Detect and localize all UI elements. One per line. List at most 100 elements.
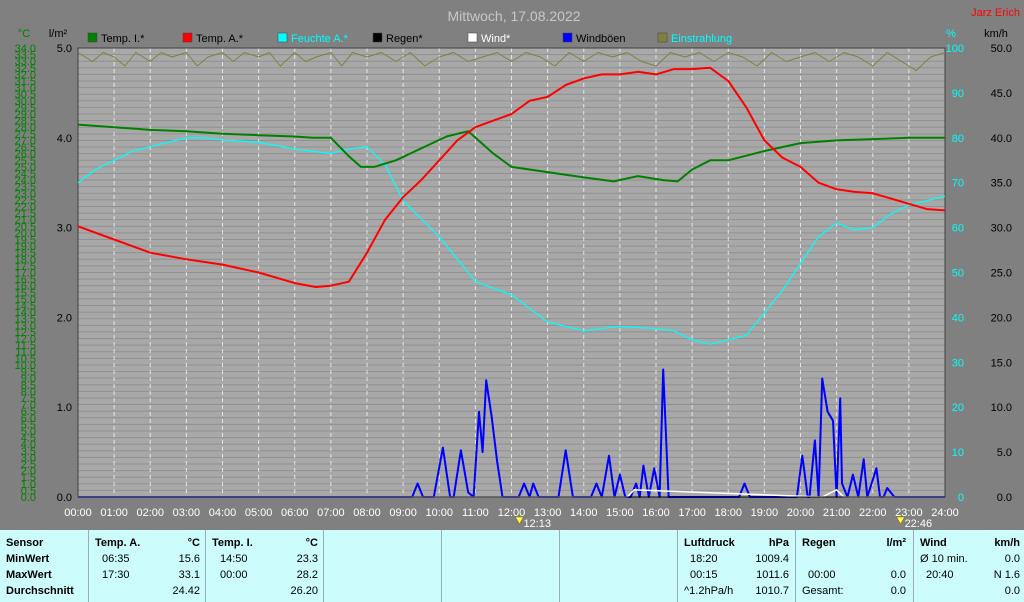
- legend-label: Regen*: [386, 33, 423, 45]
- time-tick-label: 17:00: [678, 507, 706, 519]
- legend-swatch: [87, 32, 98, 43]
- rain-tick-label: 5.0: [57, 43, 72, 55]
- wind-tick-label: 30.0: [991, 223, 1012, 235]
- author-label: Jarz Erich: [971, 7, 1020, 19]
- divider: [913, 530, 914, 602]
- wind-tick-label: 40.0: [991, 133, 1012, 145]
- legend-swatch: [467, 32, 478, 43]
- humidity-tick-label: 50: [952, 268, 964, 280]
- time-tick-label: 21:00: [823, 507, 851, 519]
- time-tick-label: 18:00: [714, 507, 742, 519]
- row-label-min: MinWert: [6, 553, 50, 565]
- min-wind-value: 0.0: [1004, 553, 1020, 565]
- time-tick-label: 24:00: [931, 507, 959, 519]
- chart-title: Mittwoch, 17.08.2022: [447, 8, 580, 24]
- divider: [205, 530, 206, 602]
- max-pressure-time: 00:15: [690, 569, 718, 581]
- divider: [677, 530, 678, 602]
- humidity-tick-label: 100: [946, 43, 964, 55]
- divider: [559, 530, 560, 602]
- max-rain-time: 00:00: [808, 569, 836, 581]
- wind-tick-label: 15.0: [991, 357, 1012, 369]
- humidity-tick-label: 40: [952, 312, 964, 324]
- humidity-tick-label: 80: [952, 133, 964, 145]
- header-temp-a-unit: °C: [187, 537, 200, 549]
- row-label-max: MaxWert: [6, 569, 52, 581]
- time-tick-label: 15:00: [606, 507, 634, 519]
- temp-unit-label: °C: [18, 28, 30, 40]
- time-tick-label: 01:00: [100, 507, 128, 519]
- wind-tick-label: 10.0: [991, 402, 1012, 414]
- humidity-axis: 0 10 20 30 40 50 60 70 80 90 100: [946, 43, 964, 504]
- legend: Temp. I.* Temp. A.* Feuchte A.* Regen* Wind*…: [87, 32, 732, 45]
- divider: [795, 530, 796, 602]
- max-pressure-value: 1011.6: [756, 569, 789, 581]
- pressure-trend: ^1.2hPa/h: [684, 585, 734, 597]
- sunrise-time-label: 12:13: [523, 518, 551, 530]
- stats-table: Sensor Temp. A. °C Temp. I. °C Luftdruck…: [0, 530, 1024, 602]
- legend-swatch: [372, 32, 383, 43]
- max-temp-i-value: 28.2: [296, 569, 318, 581]
- legend-swatch: [277, 32, 288, 43]
- min-temp-i-time: 14:50: [220, 553, 248, 565]
- temp-tick-label: 34.0: [15, 43, 36, 55]
- wind-tick-label: 35.0: [991, 178, 1012, 190]
- header-wind-unit: km/h: [994, 537, 1020, 549]
- rain-total-value: 0.0: [890, 585, 906, 597]
- time-tick-label: 05:00: [245, 507, 273, 519]
- rain-axis: 0.0 1.0 2.0 3.0 4.0 5.0: [57, 43, 72, 504]
- humidity-tick-label: 30: [952, 357, 964, 369]
- avg-temp-a-value: 24.42: [172, 585, 200, 597]
- time-tick-label: 20:00: [787, 507, 815, 519]
- sunrise-icon: [515, 516, 524, 525]
- header-pressure-unit: hPa: [768, 537, 789, 549]
- max-rain-value: 0.0: [890, 569, 906, 581]
- header-pressure: Luftdruck: [684, 537, 735, 549]
- max-temp-a-value: 33.1: [178, 569, 200, 581]
- rain-tick-label: 0.0: [57, 492, 72, 504]
- humidity-unit-label: %: [946, 28, 956, 40]
- time-tick-label: 00:00: [64, 507, 92, 519]
- min-temp-a-time: 06:35: [102, 553, 130, 565]
- humidity-tick-label: 70: [952, 178, 964, 190]
- time-tick-label: 19:00: [751, 507, 779, 519]
- humidity-tick-label: 20: [952, 402, 964, 414]
- time-tick-label: 08:00: [353, 507, 381, 519]
- divider: [441, 530, 442, 602]
- humidity-tick-label: 10: [952, 447, 964, 459]
- min-temp-i-value: 23.3: [296, 553, 318, 565]
- legend-label: Windböen: [576, 33, 626, 45]
- humidity-tick-label: 60: [952, 223, 964, 235]
- humidity-tick-label: 90: [952, 88, 964, 100]
- avg-temp-i-value: 26.20: [290, 585, 318, 597]
- rain-tick-label: 4.0: [57, 133, 72, 145]
- humidity-tick-label: 0: [958, 492, 964, 504]
- legend-swatch: [182, 32, 193, 43]
- min-wind-time: Ø 10 min.: [920, 553, 968, 565]
- min-pressure-value: 1009.4: [755, 553, 789, 565]
- rain-total-label: Gesamt:: [802, 585, 844, 597]
- wind-axis: 0.0 5.0 10.0 15.0 20.0 25.0 30.0 35.0 40.0 45.0 50…: [991, 43, 1012, 504]
- row-label-avg: Durchschnitt: [6, 585, 74, 597]
- divider: [88, 530, 89, 602]
- time-tick-label: 22:00: [859, 507, 887, 519]
- time-tick-label: 07:00: [317, 507, 345, 519]
- time-axis: 00:00 01:00 02:00 03:00 04:00 05:00 06:00 07:00…: [64, 507, 959, 519]
- wind-tick-label: 45.0: [991, 88, 1012, 100]
- rain-tick-label: 3.0: [57, 223, 72, 235]
- temp-axis: 0.00.51.01.52.02.53.03.54.04.55.05.56.06…: [15, 43, 36, 504]
- header-sensor: Sensor: [6, 537, 44, 549]
- time-tick-label: 09:00: [389, 507, 417, 519]
- max-wind-value: N 1.6: [993, 569, 1020, 581]
- legend-swatch: [657, 32, 668, 43]
- wind-tick-label: 50.0: [991, 43, 1012, 55]
- sunset-icon: [896, 516, 905, 525]
- wind-tick-label: 25.0: [991, 268, 1012, 280]
- max-temp-a-time: 17:30: [102, 569, 130, 581]
- min-temp-a-value: 15.6: [178, 553, 200, 565]
- time-tick-label: 14:00: [570, 507, 598, 519]
- legend-swatch: [562, 32, 573, 43]
- max-wind-time: 20:40: [926, 569, 954, 581]
- wind-tick-label: 20.0: [991, 312, 1012, 324]
- time-tick-label: 10:00: [425, 507, 453, 519]
